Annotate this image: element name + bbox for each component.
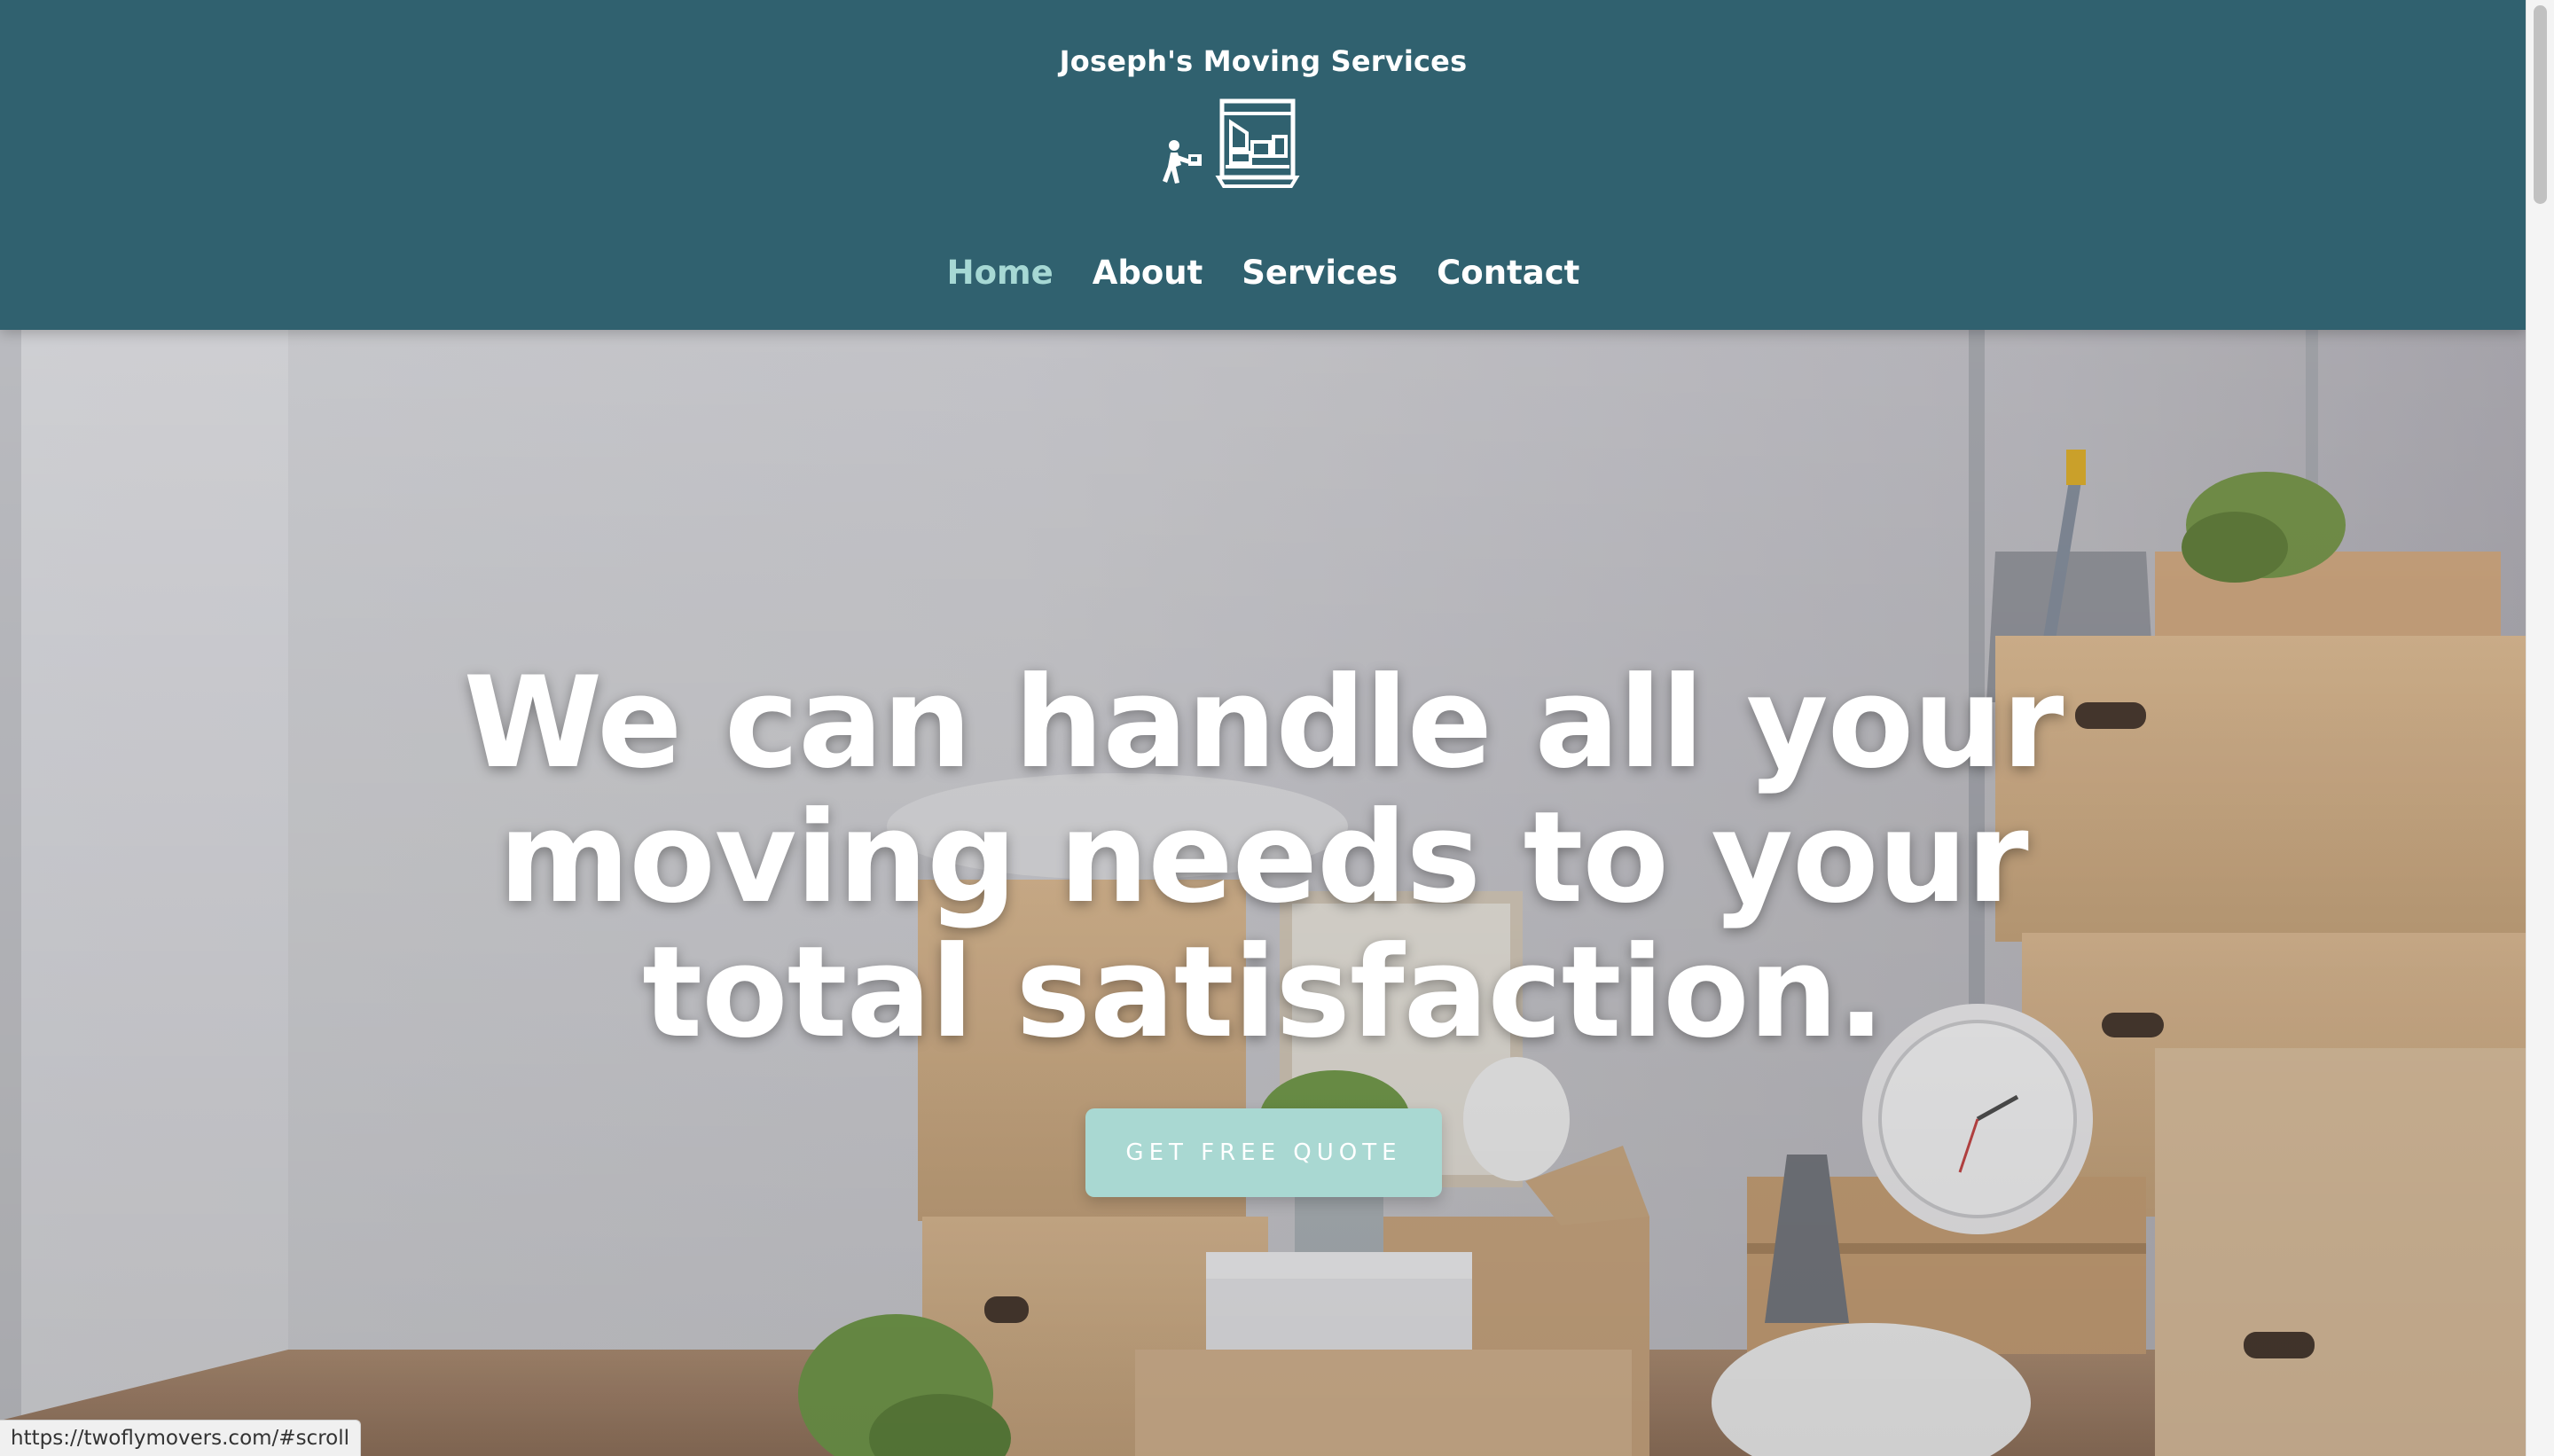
headline-line: total satisfaction. (642, 920, 1885, 1066)
nav-services[interactable]: Services (1242, 254, 1398, 292)
vertical-scrollbar[interactable] (2526, 0, 2554, 1456)
nav-home[interactable]: Home (947, 254, 1054, 292)
nav-about[interactable]: About (1093, 254, 1203, 292)
site-title[interactable]: Joseph's Moving Services (0, 44, 2527, 78)
hero-headline: We can handle all your moving needs to y… (443, 656, 2083, 1061)
site-header: Joseph's Moving Services Home About Serv… (0, 0, 2527, 330)
headline-line: moving needs to your (498, 785, 2028, 931)
scrollbar-thumb[interactable] (2534, 5, 2547, 204)
headline-line: We can handle all your (463, 650, 2064, 796)
hero-section: We can handle all your moving needs to y… (0, 330, 2527, 1456)
nav-contact[interactable]: Contact (1437, 254, 1579, 292)
get-free-quote-button[interactable]: GET FREE QUOTE (1085, 1108, 1442, 1197)
main-nav: Home About Services Contact (0, 254, 2527, 292)
mover-with-truck-icon[interactable] (1160, 96, 1302, 190)
page: Joseph's Moving Services Home About Serv… (0, 0, 2554, 1456)
link-status-bar: https://twoflymovers.com/#scroll (0, 1420, 362, 1456)
